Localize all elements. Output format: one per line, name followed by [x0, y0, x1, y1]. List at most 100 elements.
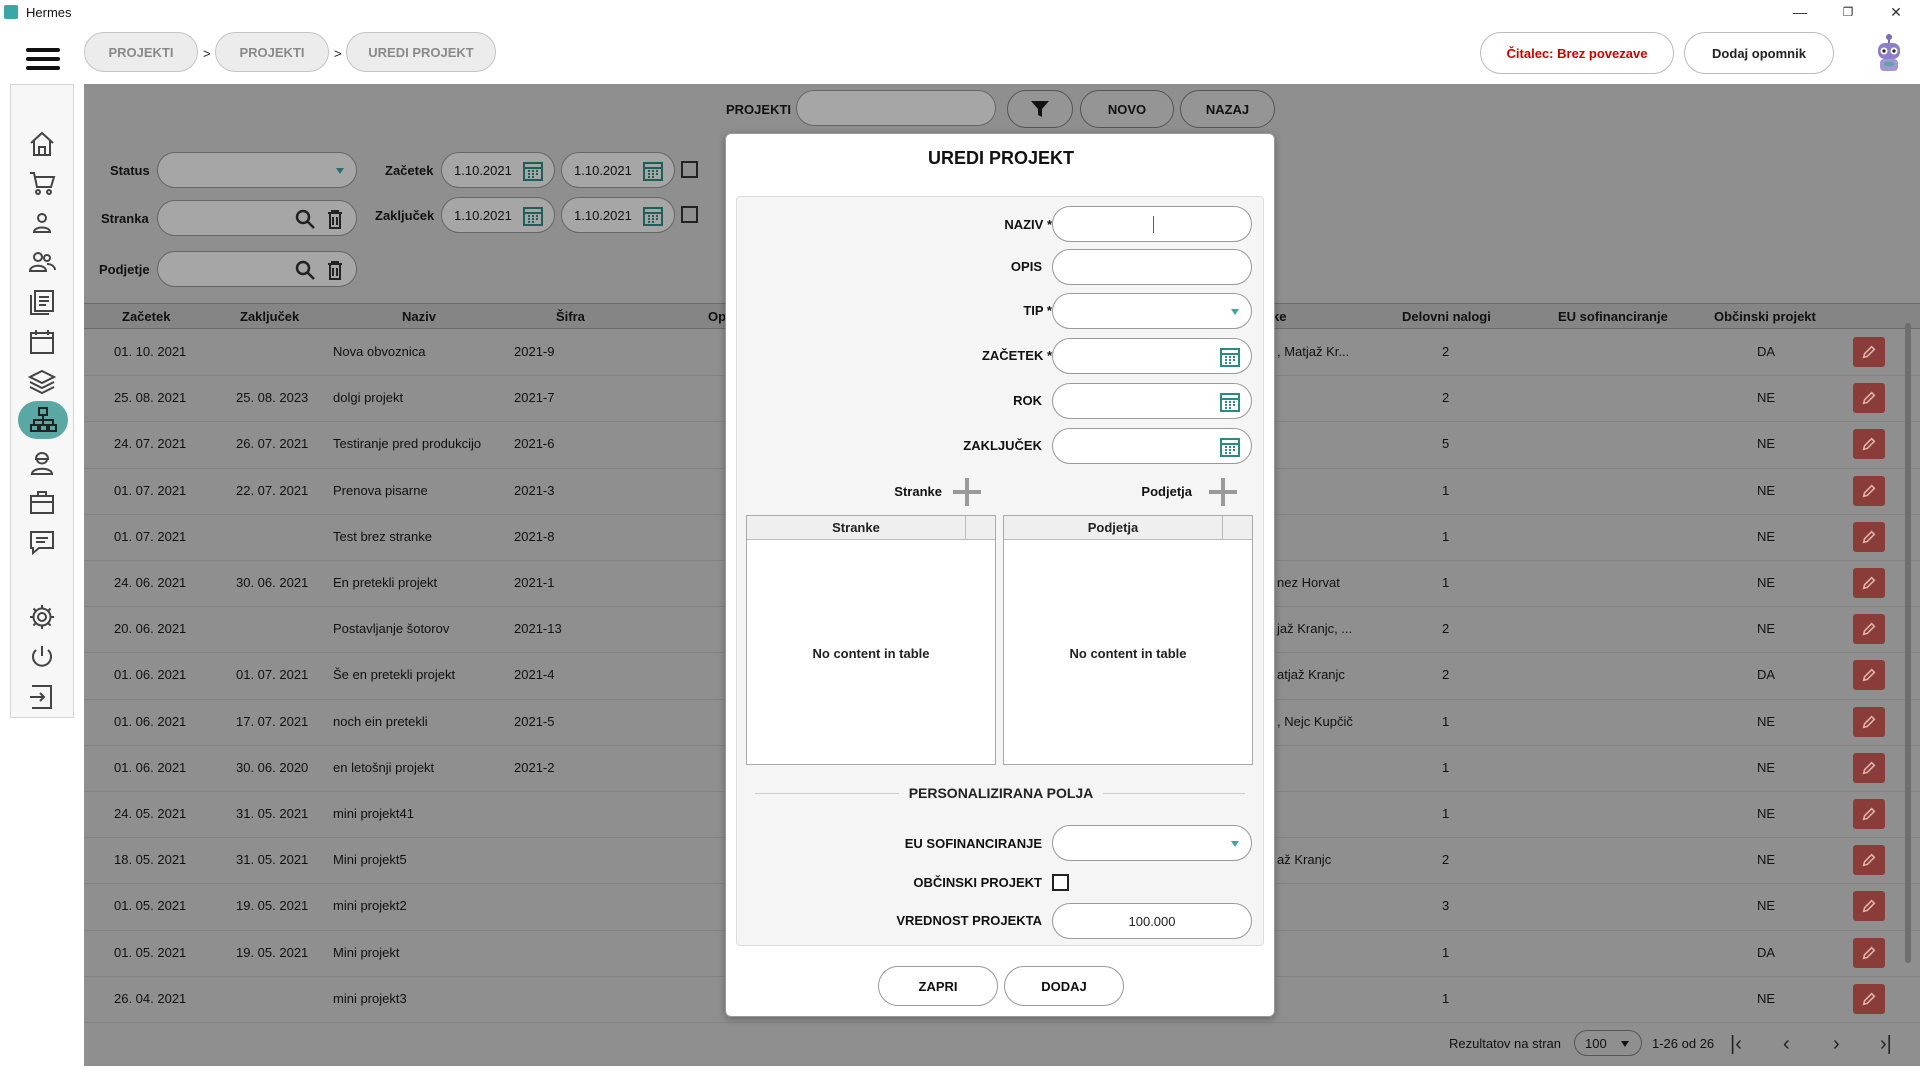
eu-cofinancing-select[interactable] — [1052, 825, 1252, 861]
window-title: Hermes — [26, 4, 72, 20]
breadcrumb-item-1[interactable]: PROJEKTI — [84, 32, 198, 72]
logout-icon[interactable] — [25, 680, 59, 714]
table-scrollbar[interactable] — [1902, 303, 1914, 1021]
edit-row-button[interactable] — [1853, 752, 1885, 783]
edit-row-button[interactable] — [1853, 337, 1885, 367]
client-filter-input[interactable] — [157, 200, 357, 236]
edit-row-button[interactable] — [1853, 475, 1885, 506]
rok-date-input[interactable] — [1052, 383, 1252, 419]
edit-row-button[interactable] — [1853, 660, 1885, 691]
first-page-icon[interactable]: |‹ — [1730, 1033, 1742, 1056]
cell-municipal: NE — [1757, 990, 1776, 1006]
layers-icon[interactable] — [25, 365, 59, 399]
scrollbar-thumb[interactable] — [1905, 323, 1911, 963]
col-header-name[interactable]: Naziv — [402, 309, 436, 324]
user-icon[interactable] — [25, 206, 59, 240]
col-header-eu-cofinancing[interactable]: EU sofinanciranje — [1558, 309, 1668, 324]
next-page-icon[interactable]: › — [1833, 1033, 1840, 1056]
calendar-icon[interactable] — [25, 325, 59, 359]
edit-row-button[interactable] — [1853, 706, 1885, 737]
calendar-icon[interactable] — [522, 160, 544, 182]
opis-input[interactable] — [1052, 249, 1252, 285]
calendar-icon[interactable] — [642, 205, 664, 227]
sidebar — [10, 84, 74, 718]
edit-row-button[interactable] — [1853, 429, 1885, 460]
minimize-button[interactable]: — — [1776, 0, 1824, 24]
project-search-input[interactable] — [796, 90, 996, 126]
hamburger-menu-icon[interactable] — [26, 48, 60, 78]
company-filter-input[interactable] — [157, 251, 357, 287]
start-to-date[interactable]: 1.10.2021 — [561, 152, 675, 188]
cell-end: 30. 06. 2020 — [236, 759, 309, 775]
col-header-code[interactable]: Šifra — [556, 309, 585, 324]
col-header-start[interactable]: Začetek — [122, 309, 170, 324]
per-page-select[interactable]: 100 — [1574, 1030, 1642, 1056]
calendar-icon[interactable] — [1219, 346, 1241, 368]
edit-row-button[interactable] — [1853, 383, 1885, 414]
pencil-icon — [1862, 668, 1876, 682]
calendar-icon[interactable] — [1219, 391, 1241, 413]
edit-row-button[interactable] — [1853, 614, 1885, 645]
back-button[interactable]: NAZAJ — [1180, 90, 1275, 128]
col-header-work-orders[interactable]: Delovni nalogi — [1402, 309, 1491, 324]
cell-work-orders: 2 — [1442, 852, 1450, 868]
search-icon[interactable] — [294, 208, 316, 230]
start-from-date[interactable]: 1.10.2021 — [441, 152, 555, 188]
documents-icon[interactable] — [25, 285, 59, 319]
end-to-date[interactable]: 1.10.2021 — [561, 197, 675, 233]
pencil-icon — [1862, 530, 1876, 544]
breadcrumb-item-3[interactable]: UREDI PROJEKT — [346, 32, 496, 72]
naziv-input[interactable] — [1052, 206, 1252, 242]
search-icon[interactable] — [294, 259, 316, 281]
cart-icon[interactable] — [25, 166, 59, 200]
col-header-municipal[interactable]: Občinski projekt — [1714, 309, 1816, 324]
hierarchy-icon[interactable] — [18, 401, 68, 439]
calendar-icon[interactable] — [1219, 436, 1241, 458]
add-company-plus-icon[interactable] — [1209, 478, 1237, 506]
users-icon[interactable] — [25, 245, 59, 279]
start-filter-checkbox[interactable] — [681, 161, 698, 178]
calendar-icon[interactable] — [522, 205, 544, 227]
reader-status-button[interactable]: Čitalec: Brez povezave — [1480, 32, 1674, 74]
home-icon[interactable] — [25, 127, 59, 161]
gear-icon[interactable] — [25, 600, 59, 634]
edit-row-button[interactable] — [1853, 568, 1885, 598]
prev-page-icon[interactable]: ‹ — [1783, 1033, 1790, 1056]
trash-icon[interactable] — [324, 208, 346, 230]
maximize-button[interactable]: ❐ — [1824, 0, 1872, 24]
close-modal-button[interactable]: ZAPRI — [878, 966, 998, 1006]
calendar-icon[interactable] — [642, 160, 664, 182]
last-page-icon[interactable]: ›| — [1880, 1033, 1892, 1056]
briefcase-icon[interactable] — [25, 485, 59, 519]
add-client-plus-icon[interactable] — [953, 478, 981, 506]
edit-row-button[interactable] — [1853, 799, 1885, 829]
municipal-project-checkbox[interactable] — [1052, 874, 1069, 891]
edit-row-button[interactable] — [1853, 845, 1885, 876]
tip-select[interactable] — [1052, 293, 1252, 329]
edit-row-button[interactable] — [1853, 983, 1885, 1014]
new-button[interactable]: NOVO — [1080, 90, 1174, 128]
worker-icon[interactable] — [25, 445, 59, 479]
zakljucek-date-input[interactable] — [1052, 428, 1252, 464]
close-button[interactable]: ✕ — [1872, 0, 1920, 24]
add-project-button[interactable]: DODAJ — [1004, 966, 1124, 1006]
clients-column-header[interactable]: Stranke — [747, 520, 965, 535]
end-filter-checkbox[interactable] — [681, 206, 698, 223]
zacetek-date-input[interactable] — [1052, 338, 1252, 374]
col-header-partial[interactable]: Op — [708, 309, 726, 324]
edit-row-button[interactable] — [1853, 891, 1885, 922]
edit-row-button[interactable] — [1853, 521, 1885, 552]
chat-icon[interactable] — [25, 525, 59, 559]
add-reminder-button[interactable]: Dodaj opomnik — [1684, 32, 1834, 74]
power-icon[interactable] — [25, 640, 59, 674]
trash-icon[interactable] — [324, 259, 346, 281]
edit-row-button[interactable] — [1853, 937, 1885, 968]
companies-column-header[interactable]: Podjetja — [1004, 520, 1222, 535]
project-value-input[interactable]: 100.000 — [1052, 903, 1252, 939]
breadcrumb-item-2[interactable]: PROJEKTI — [215, 32, 329, 72]
end-from-date[interactable]: 1.10.2021 — [441, 197, 555, 233]
avatar-robot-icon[interactable] — [1870, 32, 1908, 74]
status-filter-select[interactable] — [157, 152, 357, 188]
col-header-end[interactable]: Zaključek — [240, 309, 299, 324]
filter-button[interactable] — [1007, 90, 1073, 128]
